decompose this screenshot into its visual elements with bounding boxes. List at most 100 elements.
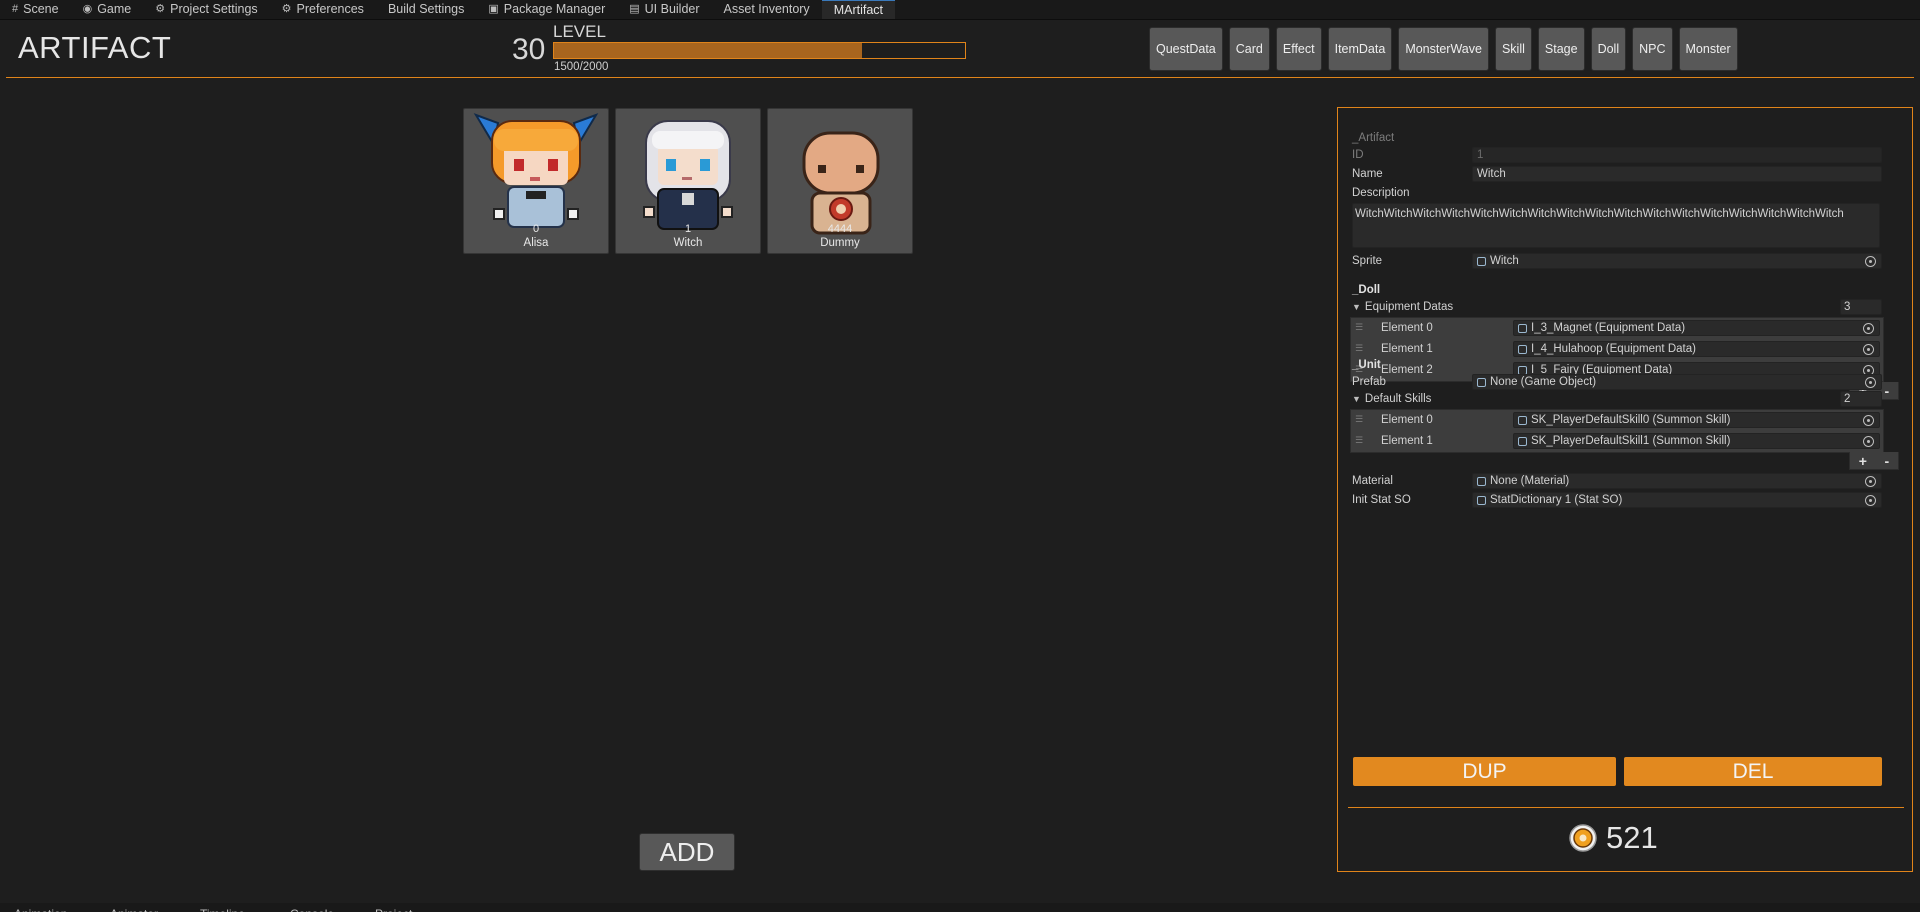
gamepad-icon: ◉ — [82, 2, 93, 15]
gear-icon: ⚙ — [155, 2, 166, 15]
add-element-button[interactable]: + — [1859, 453, 1867, 469]
monsterwave-button[interactable]: MonsterWave — [1398, 27, 1489, 71]
doll-section-header: _Doll — [1352, 284, 1381, 296]
header-divider — [6, 77, 1914, 78]
prefab-field[interactable]: None (Game Object) — [1472, 374, 1882, 390]
tab-package-manager[interactable]: ▣ Package Manager — [476, 0, 617, 19]
tab-ui-builder[interactable]: ▤ UI Builder — [617, 0, 711, 19]
sprite-label: Sprite — [1352, 255, 1383, 267]
tab-animator[interactable]: Animator — [110, 903, 158, 912]
tab-game[interactable]: ◉ Game — [71, 0, 144, 19]
xp-progress-fill — [554, 43, 863, 58]
del-button[interactable]: DEL — [1624, 757, 1882, 786]
id-field: 1 — [1472, 147, 1882, 163]
npc-button[interactable]: NPC — [1632, 27, 1673, 71]
object-picker-icon[interactable] — [1865, 377, 1876, 388]
object-picker-icon[interactable] — [1865, 495, 1876, 506]
coin-icon — [1569, 824, 1597, 852]
material-label: Material — [1352, 475, 1393, 487]
game-object-icon — [1477, 377, 1486, 387]
card-button[interactable]: Card — [1228, 27, 1270, 71]
tab-preferences[interactable]: ⚙ Preferences — [270, 0, 376, 19]
default-skills-foldout[interactable]: ▼ Default Skills — [1352, 391, 1431, 407]
doll-button[interactable]: Doll — [1590, 27, 1627, 71]
tab-scene[interactable]: # Scene — [0, 0, 71, 19]
artifact-id: 4444 — [827, 223, 853, 235]
sprite-field[interactable]: Witch — [1472, 253, 1882, 269]
equipment-element-field[interactable]: I_4_Hulahoop (Equipment Data) — [1513, 341, 1880, 357]
drag-handle-icon[interactable]: ☰ — [1355, 322, 1363, 333]
effect-button[interactable]: Effect — [1275, 27, 1322, 71]
artifact-card-dummy[interactable]: 4444 Dummy — [767, 108, 913, 254]
skill-button[interactable]: Skill — [1494, 27, 1532, 71]
data-type-nav: QuestData Card Effect ItemData MonsterWa… — [1149, 27, 1738, 71]
add-button[interactable]: ADD — [639, 833, 735, 871]
equipment-list: ☰ Element 0 I_3_Magnet (Equipment Data) … — [1350, 317, 1884, 382]
artifact-name: Alisa — [523, 237, 549, 249]
xp-progress-bar — [553, 42, 966, 59]
artifact-card-alisa[interactable]: 0 Alisa — [463, 108, 609, 254]
tab-console[interactable]: Console — [290, 903, 334, 912]
tab-asset-inventory[interactable]: Asset Inventory — [712, 0, 822, 19]
skill-element-field[interactable]: SK_PlayerDefaultSkill0 (Summon Skill) — [1513, 412, 1880, 428]
artifact-id: 0 — [532, 223, 540, 235]
artifact-name: Witch — [673, 237, 703, 249]
description-field[interactable]: WitchWitchWitchWitchWitchWitchWitchWitch… — [1352, 203, 1880, 248]
object-picker-icon[interactable] — [1863, 436, 1874, 447]
skills-list: ☰ Element 0 SK_PlayerDefaultSkill0 (Summ… — [1350, 409, 1884, 453]
list-item: ☰ Element 1 SK_PlayerDefaultSkill1 (Summ… — [1351, 431, 1883, 452]
artifact-card-witch[interactable]: 1 Witch — [615, 108, 761, 254]
init-stat-field[interactable]: StatDictionary 1 (Stat SO) — [1472, 492, 1882, 508]
object-picker-icon[interactable] — [1863, 415, 1874, 426]
page-title: ARTIFACT — [18, 30, 172, 65]
tab-project[interactable]: Project — [375, 903, 412, 912]
stage-button[interactable]: Stage — [1537, 27, 1585, 71]
grid-icon: # — [12, 2, 19, 15]
drag-handle-icon[interactable]: ☰ — [1355, 343, 1363, 354]
inspector-panel: _Artifact ID 1 Name Witch Description Wi… — [1337, 107, 1913, 872]
object-picker-icon[interactable] — [1863, 344, 1874, 355]
drag-handle-icon[interactable]: ☰ — [1355, 414, 1363, 425]
questdata-button[interactable]: QuestData — [1149, 27, 1223, 71]
skill-element-field[interactable]: SK_PlayerDefaultSkill1 (Summon Skill) — [1513, 433, 1880, 449]
scriptable-object-icon — [1518, 323, 1527, 333]
skills-count-field[interactable]: 2 — [1840, 391, 1882, 407]
scriptable-object-icon — [1518, 344, 1527, 354]
list-item: ☰ Element 1 I_4_Hulahoop (Equipment Data… — [1351, 339, 1883, 360]
dup-button[interactable]: DUP — [1353, 757, 1616, 786]
equipment-element-field[interactable]: I_3_Magnet (Equipment Data) — [1513, 320, 1880, 336]
tab-martifact[interactable]: MArtifact — [821, 0, 895, 19]
skills-add-remove: + - — [1849, 452, 1899, 470]
monster-button[interactable]: Monster — [1678, 27, 1738, 71]
artifact-grid: 0 Alisa 1 Witch 4444 Dummy — [463, 108, 913, 254]
tab-animation[interactable]: Animation — [14, 903, 67, 912]
level-number: 30 — [512, 33, 546, 66]
remove-element-button[interactable]: - — [1885, 453, 1890, 469]
object-picker-icon[interactable] — [1865, 476, 1876, 487]
sprite-icon — [1477, 256, 1486, 266]
tab-project-settings[interactable]: ⚙ Project Settings — [143, 0, 269, 19]
equipment-count-field[interactable]: 3 — [1840, 299, 1882, 315]
object-picker-icon[interactable] — [1863, 323, 1874, 334]
tab-build-settings[interactable]: Build Settings — [376, 0, 476, 19]
list-item: ☰ Element 0 SK_PlayerDefaultSkill0 (Summ… — [1351, 410, 1883, 431]
id-label: ID — [1352, 149, 1364, 161]
artifact-section-header: _Artifact — [1352, 132, 1395, 144]
itemdata-button[interactable]: ItemData — [1327, 27, 1393, 71]
object-picker-icon[interactable] — [1865, 256, 1876, 267]
tab-timeline[interactable]: Timeline — [200, 903, 245, 912]
gear-icon: ⚙ — [281, 2, 292, 15]
remove-element-button[interactable]: - — [1885, 383, 1890, 399]
panel-divider — [1348, 807, 1904, 808]
list-item: ☰ Element 0 I_3_Magnet (Equipment Data) — [1351, 318, 1883, 339]
level-label: LEVEL — [553, 22, 606, 41]
drag-handle-icon[interactable]: ☰ — [1355, 435, 1363, 446]
package-icon: ▣ — [488, 2, 499, 15]
name-field[interactable]: Witch — [1472, 166, 1882, 182]
material-field[interactable]: None (Material) — [1472, 473, 1882, 489]
scriptable-object-icon — [1477, 495, 1486, 505]
artifact-id: 1 — [684, 223, 692, 235]
window-header: ARTIFACT 30 LEVEL 1500/2000 QuestData Ca… — [0, 20, 1920, 78]
ui-builder-icon: ▤ — [629, 2, 640, 15]
equipment-datas-foldout[interactable]: ▼ Equipment Datas — [1352, 299, 1453, 315]
